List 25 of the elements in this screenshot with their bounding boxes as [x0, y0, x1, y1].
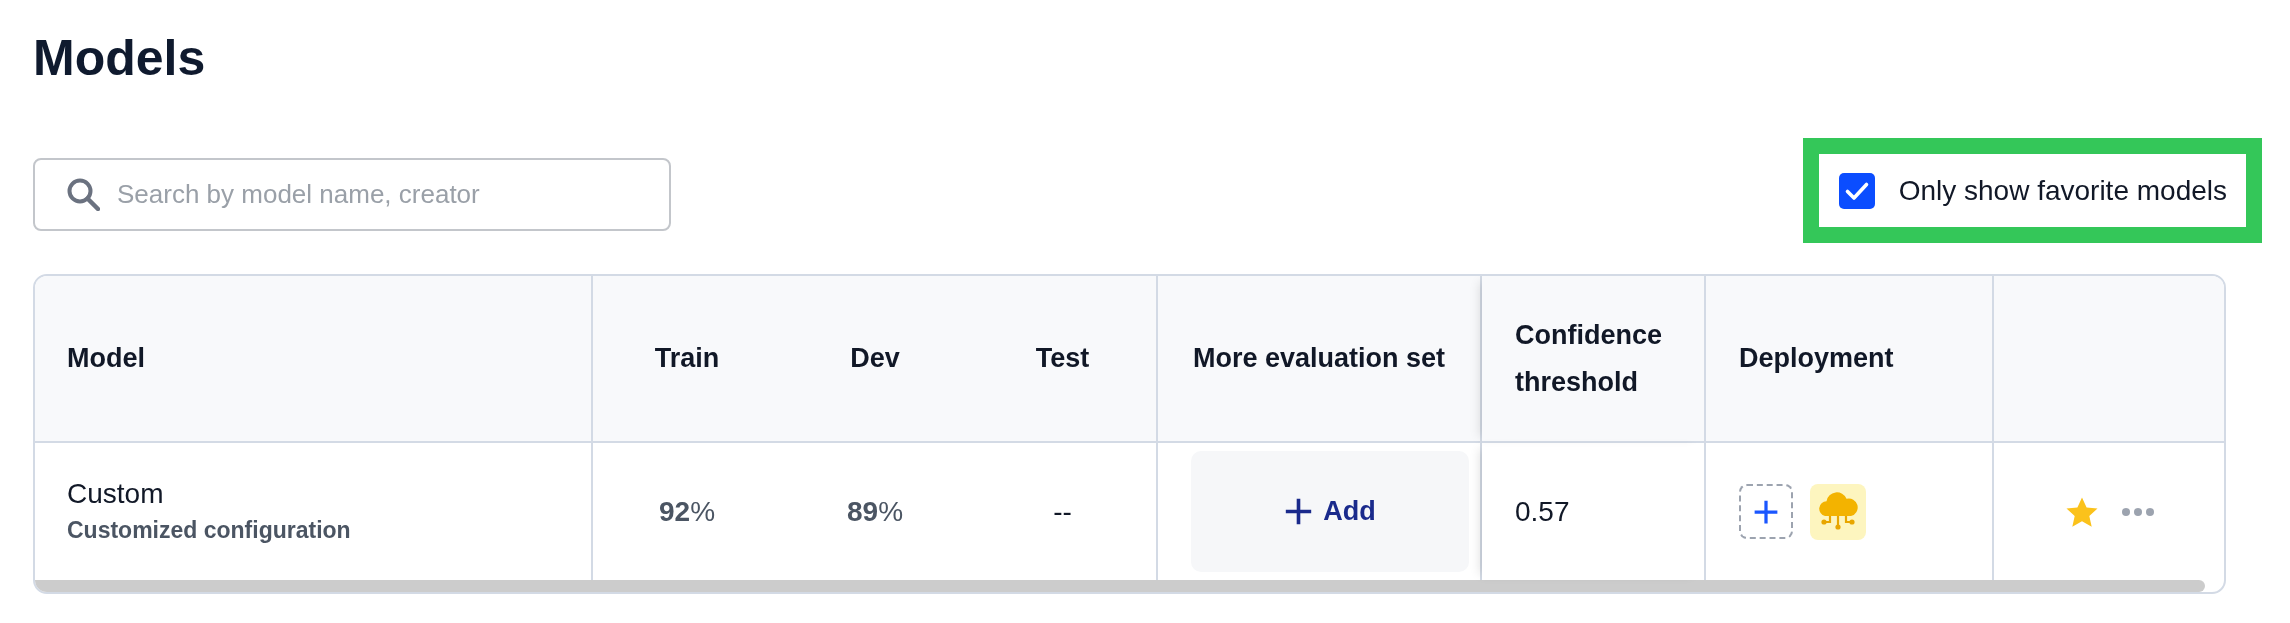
page-title: Models: [33, 29, 206, 88]
threshold-value: 0.57: [1515, 495, 1570, 527]
add-deployment-button[interactable]: [1739, 484, 1793, 539]
column-header: Dev: [850, 342, 900, 375]
column-header: Train: [654, 342, 720, 375]
checkbox-label[interactable]: Only show favorite models: [1898, 174, 2227, 207]
score-value: 89%: [846, 495, 904, 527]
plus-icon: [1753, 498, 1779, 525]
score-value: 92%: [658, 495, 716, 527]
more-icon[interactable]: [2121, 507, 2154, 516]
empty-value: --: [1053, 495, 1072, 527]
cloud-icon[interactable]: [1810, 483, 1866, 540]
search-field[interactable]: Search by model name, creator: [33, 158, 671, 231]
plus-icon: [1284, 497, 1314, 526]
column-header: Test: [1035, 342, 1090, 375]
add-button[interactable]: Add: [1191, 451, 1469, 572]
column-header: More evaluation set: [1192, 342, 1446, 375]
model-name: Custom: [67, 476, 164, 511]
checkbox[interactable]: [1838, 172, 1875, 209]
column-header: Deployment: [1739, 342, 1894, 375]
search-icon: [66, 177, 100, 211]
model-description: Customized configuration: [67, 515, 351, 545]
column-header: Model: [67, 342, 145, 375]
horizontal-scrollbar[interactable]: [35, 580, 2205, 592]
column-header: Confidence threshold: [1515, 318, 1663, 399]
